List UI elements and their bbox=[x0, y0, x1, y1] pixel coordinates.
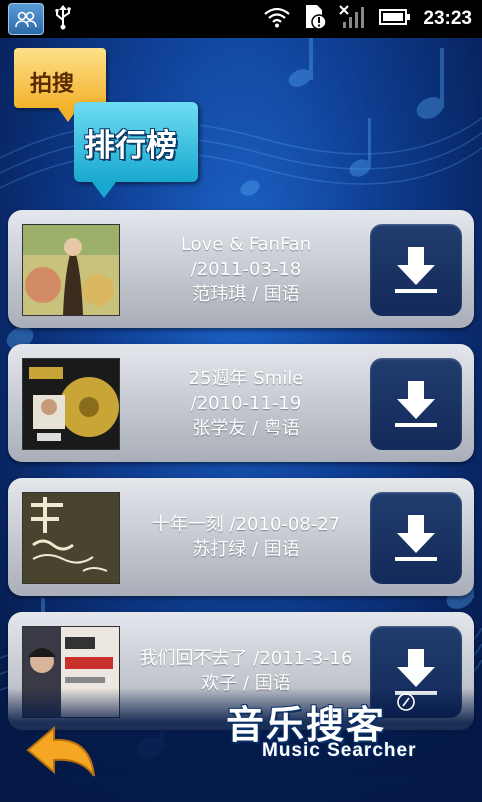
album-cover bbox=[22, 224, 120, 316]
album-cover bbox=[22, 492, 120, 584]
rankings-logo: 拍搜 排行榜 bbox=[14, 44, 204, 198]
download-button[interactable] bbox=[370, 224, 462, 316]
list-item[interactable]: 25週年 Smile /2010-11-19 张学友 / 粤语 bbox=[8, 344, 474, 462]
app-subtitle: Music Searcher bbox=[262, 740, 417, 761]
album-info: Love & FanFan /2011-03-18 范玮琪 / 国语 bbox=[126, 210, 366, 328]
contacts-icon bbox=[8, 3, 44, 35]
album-title: 我们回不去了 /2011-3-16 bbox=[139, 648, 353, 669]
signal-icon bbox=[339, 4, 367, 34]
battery-icon bbox=[379, 8, 411, 30]
list-item[interactable]: Love & FanFan /2011-03-18 范玮琪 / 国语 bbox=[8, 210, 474, 328]
album-title: 十年一刻 /2010-08-27 bbox=[151, 514, 341, 535]
status-time: 23:23 bbox=[423, 8, 472, 29]
back-button[interactable] bbox=[24, 724, 100, 790]
usb-icon bbox=[54, 4, 72, 34]
album-title: 25週年 Smile bbox=[188, 367, 304, 389]
album-date: /2011-03-18 bbox=[190, 258, 302, 280]
logo-top-label: 拍搜 bbox=[30, 72, 75, 97]
album-artist: 范玮琪 / 国语 bbox=[192, 283, 300, 305]
album-artist: 苏打绿 / 国语 bbox=[192, 539, 300, 560]
download-icon bbox=[395, 381, 437, 427]
logo-main-label: 排行榜 bbox=[84, 128, 177, 164]
download-button[interactable] bbox=[370, 492, 462, 584]
album-title: Love & FanFan bbox=[180, 233, 312, 255]
back-arrow-icon bbox=[26, 725, 95, 777]
list-item[interactable]: 十年一刻 /2010-08-27 苏打绿 / 国语 bbox=[8, 478, 474, 596]
trademark-icon bbox=[397, 693, 415, 711]
album-list: Love & FanFan /2011-03-18 范玮琪 / 国语 25週年 … bbox=[8, 210, 474, 746]
album-info: 25週年 Smile /2010-11-19 张学友 / 粤语 bbox=[126, 344, 366, 462]
download-icon bbox=[395, 247, 437, 293]
album-info: 十年一刻 /2010-08-27 苏打绿 / 国语 bbox=[126, 478, 366, 596]
status-bar: 23:23 bbox=[0, 0, 482, 38]
download-button[interactable] bbox=[370, 358, 462, 450]
download-icon bbox=[395, 515, 437, 561]
album-artist: 张学友 / 粤语 bbox=[192, 417, 300, 439]
album-date: /2010-11-19 bbox=[190, 392, 302, 414]
sim-icon bbox=[303, 4, 328, 34]
wifi-icon bbox=[263, 6, 291, 32]
album-cover bbox=[22, 358, 120, 450]
